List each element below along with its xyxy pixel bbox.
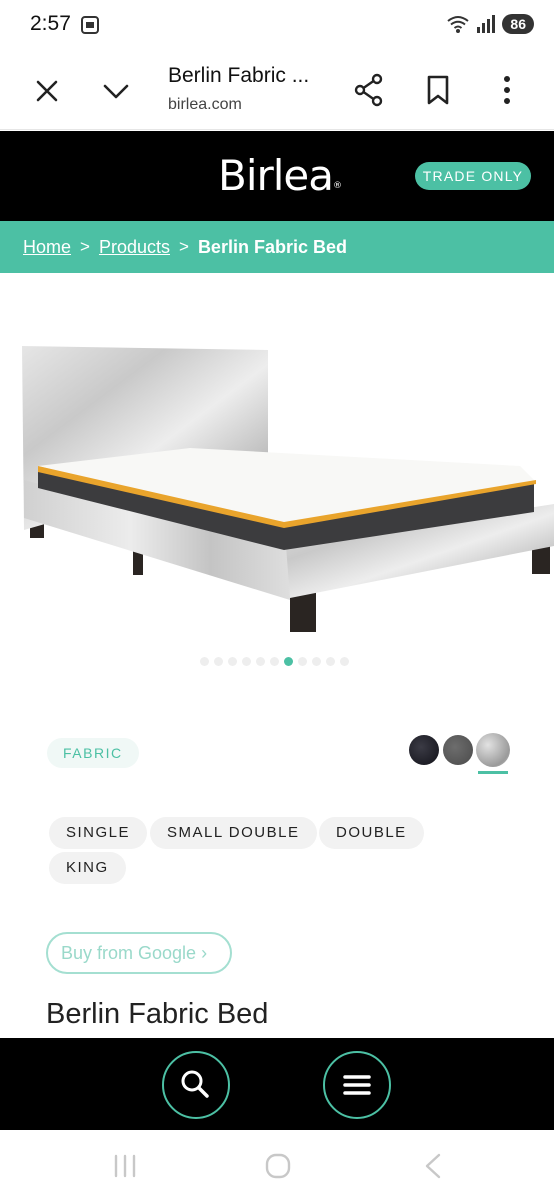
carousel-dot[interactable] xyxy=(228,657,237,666)
buy-from-google-button[interactable]: Buy from Google › xyxy=(46,932,232,974)
carousel-dot[interactable] xyxy=(270,657,279,666)
share-icon[interactable] xyxy=(352,72,386,108)
carousel-dot[interactable] xyxy=(312,657,321,666)
chevron-right-icon: › xyxy=(201,943,208,963)
size-option-small-double[interactable]: SMALL DOUBLE xyxy=(150,817,317,849)
size-option-double[interactable]: DOUBLE xyxy=(319,817,424,849)
bottom-action-bar xyxy=(0,1038,554,1130)
size-option-king[interactable]: KING xyxy=(49,852,126,884)
carousel-dot[interactable] xyxy=(200,657,209,666)
carousel-dot[interactable] xyxy=(326,657,335,666)
chevron-down-icon[interactable] xyxy=(100,76,132,106)
browser-url[interactable]: birlea.com xyxy=(168,96,242,114)
carousel-dot[interactable] xyxy=(298,657,307,666)
product-image[interactable] xyxy=(0,300,554,650)
logo-registered-mark: ® xyxy=(333,181,342,191)
size-option-single[interactable]: SINGLE xyxy=(49,817,148,849)
color-swatch-silver[interactable] xyxy=(476,733,510,767)
breadcrumb: Home > Products > Berlin Fabric Bed xyxy=(0,221,554,273)
bookmark-icon[interactable] xyxy=(424,74,452,106)
back-icon[interactable] xyxy=(422,1152,444,1180)
breadcrumb-home[interactable]: Home xyxy=(23,237,71,258)
selected-swatch-indicator xyxy=(478,771,508,774)
carousel-dot[interactable] xyxy=(242,657,251,666)
carousel-dot[interactable] xyxy=(340,657,349,666)
carousel-dot[interactable] xyxy=(256,657,265,666)
screenshot-icon xyxy=(81,16,99,34)
browser-toolbar: Berlin Fabric ... birlea.com xyxy=(0,52,554,130)
logo-text: Birlea xyxy=(218,151,334,200)
color-swatch-grey[interactable] xyxy=(443,735,473,765)
status-bar: 2:57 86 xyxy=(0,0,554,52)
breadcrumb-current: Berlin Fabric Bed xyxy=(197,236,347,257)
breadcrumb-products[interactable]: Products xyxy=(99,237,170,258)
breadcrumb-chevron-icon: > xyxy=(179,237,189,256)
site-header: Birlea® TRADE ONLY xyxy=(0,131,554,221)
home-icon[interactable] xyxy=(264,1152,292,1180)
status-time: 2:57 xyxy=(30,12,71,35)
carousel-dots xyxy=(200,657,349,666)
menu-button[interactable] xyxy=(323,1051,391,1119)
browser-page-title[interactable]: Berlin Fabric ... xyxy=(168,64,309,88)
breadcrumb-chevron-icon: > xyxy=(80,237,90,256)
material-tag: FABRIC xyxy=(47,738,139,768)
birlea-logo[interactable]: Birlea® xyxy=(218,151,342,200)
recent-apps-icon[interactable] xyxy=(112,1154,138,1178)
carousel-dot[interactable] xyxy=(214,657,223,666)
menu-icon xyxy=(343,1075,371,1095)
trade-only-button[interactable]: TRADE ONLY xyxy=(415,162,531,190)
search-button[interactable] xyxy=(162,1051,230,1119)
carousel-dot-active[interactable] xyxy=(284,657,293,666)
close-icon[interactable] xyxy=(32,76,62,106)
wifi-icon xyxy=(447,16,470,33)
signal-icon xyxy=(477,15,496,33)
buy-from-google-label: Buy from Google xyxy=(61,943,197,963)
more-options-icon[interactable] xyxy=(496,74,518,106)
color-swatch-black[interactable] xyxy=(409,735,439,765)
system-navigation-bar xyxy=(0,1130,554,1200)
product-title: Berlin Fabric Bed xyxy=(46,998,269,1030)
search-icon xyxy=(181,1070,209,1098)
status-indicators: 86 xyxy=(446,14,534,34)
battery-indicator: 86 xyxy=(502,14,534,34)
